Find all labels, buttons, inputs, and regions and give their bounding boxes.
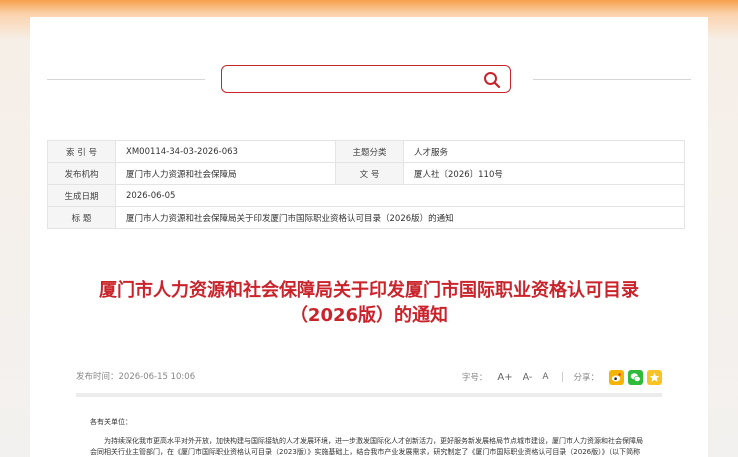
- date-label: 生成日期: [47, 184, 116, 207]
- search-input[interactable]: [230, 69, 470, 89]
- search-divider-left: [47, 79, 205, 80]
- qzone-icon[interactable]: [647, 369, 662, 385]
- article-title: 厦门市人力资源和社会保障局关于印发厦门市国际职业资格认可目录 （2026版）的通…: [47, 278, 691, 328]
- article-body: 各有关单位： 为持续深化我市更高水平对外开放，加快构建与国际接轨的人才发展环境，…: [90, 417, 648, 457]
- wechat-icon[interactable]: [628, 369, 643, 385]
- article-tools: 字号： A+ A- A 分享：: [462, 369, 662, 385]
- search-box[interactable]: [221, 65, 511, 93]
- docno-label: 文 号: [335, 162, 404, 185]
- topic-label: 主题分类: [335, 140, 404, 163]
- topic-value: 人才服务: [403, 140, 685, 163]
- search-row: [47, 65, 691, 95]
- document-info-table: 索 引 号 XM00114-34-03-2026-063 主题分类 人才服务 发…: [47, 140, 685, 229]
- title-value: 厦门市人力资源和社会保障局关于印发厦门市国际职业资格认可目录（2026版）的通知: [115, 206, 685, 229]
- docno-value: 厦人社〔2026〕110号: [403, 162, 685, 185]
- info-row-index: 索 引 号 XM00114-34-03-2026-063 主题分类 人才服务: [47, 140, 685, 163]
- index-label: 索 引 号: [47, 140, 116, 163]
- search-divider-right: [533, 79, 691, 80]
- meta-divider-bar: [76, 393, 662, 397]
- org-label: 发布机构: [47, 162, 116, 185]
- index-value: XM00114-34-03-2026-063: [115, 140, 336, 163]
- date-value: 2026-06-05: [115, 184, 685, 207]
- tools-divider: [562, 372, 564, 382]
- body-paragraph: 为持续深化我市更高水平对外开放，加快构建与国际接轨的人才发展环境，进一步激发国际…: [90, 437, 643, 456]
- font-small-button[interactable]: A: [542, 372, 548, 382]
- font-large-button[interactable]: A+: [497, 372, 512, 383]
- article-title-line1: 厦门市人力资源和社会保障局关于印发厦门市国际职业资格认可目录: [99, 280, 639, 301]
- salutation: 各有关单位：: [90, 418, 132, 426]
- font-medium-button[interactable]: A-: [523, 372, 533, 383]
- search-icon[interactable]: [482, 70, 502, 90]
- content-sheet: 索 引 号 XM00114-34-03-2026-063 主题分类 人才服务 发…: [30, 17, 708, 457]
- info-row-org: 发布机构 厦门市人力资源和社会保障局 文 号 厦人社〔2026〕110号: [47, 162, 685, 185]
- font-size-label: 字号：: [461, 373, 488, 383]
- info-row-title: 标 题 厦门市人力资源和社会保障局关于印发厦门市国际职业资格认可目录（2026版…: [47, 206, 685, 229]
- publish-time: 发布时间：2026-06-15 10:06: [76, 372, 196, 382]
- article-title-line2: （2026版）的通知: [289, 305, 449, 326]
- org-value: 厦门市人力资源和社会保障局: [115, 162, 336, 185]
- info-row-date: 生成日期 2026-06-05: [47, 184, 685, 207]
- title-label: 标 题: [47, 206, 116, 229]
- share-label: 分享：: [573, 373, 599, 383]
- weibo-icon[interactable]: [609, 369, 624, 385]
- article-meta-row: 发布时间：2026-06-15 10:06 字号： A+ A- A 分享：: [76, 369, 662, 385]
